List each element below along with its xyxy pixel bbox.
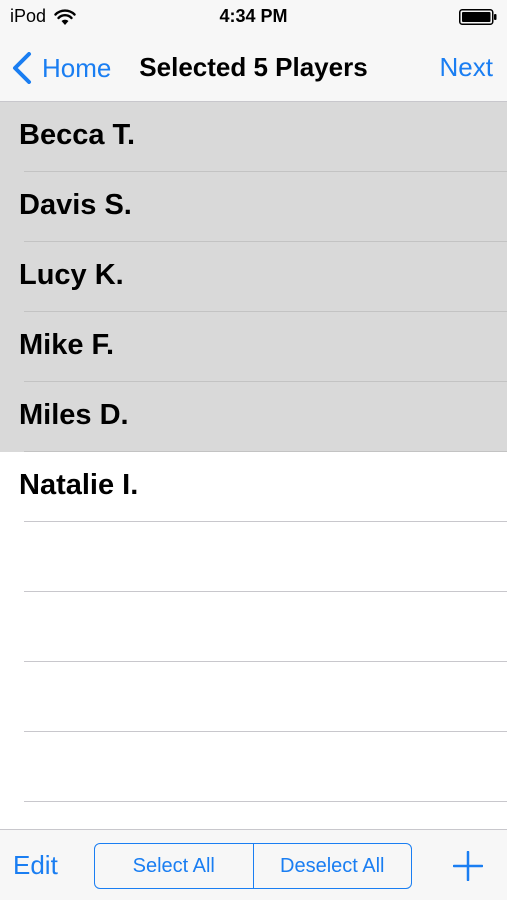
status-time: 4:34 PM (219, 6, 288, 26)
player-row-becca[interactable]: Becca T. (0, 102, 507, 172)
empty-row (0, 592, 507, 662)
empty-row (0, 522, 507, 592)
next-button[interactable]: Next (440, 52, 493, 83)
deselect-all-button[interactable]: Deselect All (252, 844, 412, 888)
player-name: Lucy K. (19, 259, 124, 291)
player-name: Davis S. (19, 189, 132, 221)
plus-icon[interactable] (453, 851, 483, 881)
player-name: Becca T. (19, 119, 136, 151)
player-row-mike[interactable]: Mike F. (0, 312, 507, 382)
player-name: Miles D. (19, 399, 129, 431)
status-bar: iPod 4:34 PM (0, 0, 507, 34)
bottom-toolbar: Edit Select All Deselect All (0, 829, 507, 900)
player-name: Natalie I. (19, 469, 139, 501)
battery-full-icon (459, 9, 497, 25)
empty-row (0, 662, 507, 732)
player-row-miles[interactable]: Miles D. (0, 382, 507, 452)
player-name: Mike F. (19, 329, 115, 361)
selection-segmented-control: Select All Deselect All (94, 843, 412, 889)
navigation-bar: Home Selected 5 Players Next (0, 34, 507, 102)
edit-button[interactable]: Edit (13, 850, 58, 881)
player-list: Becca T. Davis S. Lucy K. Mike F. Miles … (0, 102, 507, 829)
player-row-davis[interactable]: Davis S. (0, 172, 507, 242)
player-row-lucy[interactable]: Lucy K. (0, 242, 507, 312)
player-row-natalie[interactable]: Natalie I. (0, 452, 507, 522)
select-all-button[interactable]: Select All (95, 844, 253, 888)
nav-title: Selected 5 Players (139, 52, 368, 82)
empty-row (0, 802, 507, 829)
empty-row (0, 732, 507, 802)
screen: iPod 4:34 PM Home Selected 5 Players Nex… (0, 0, 507, 900)
